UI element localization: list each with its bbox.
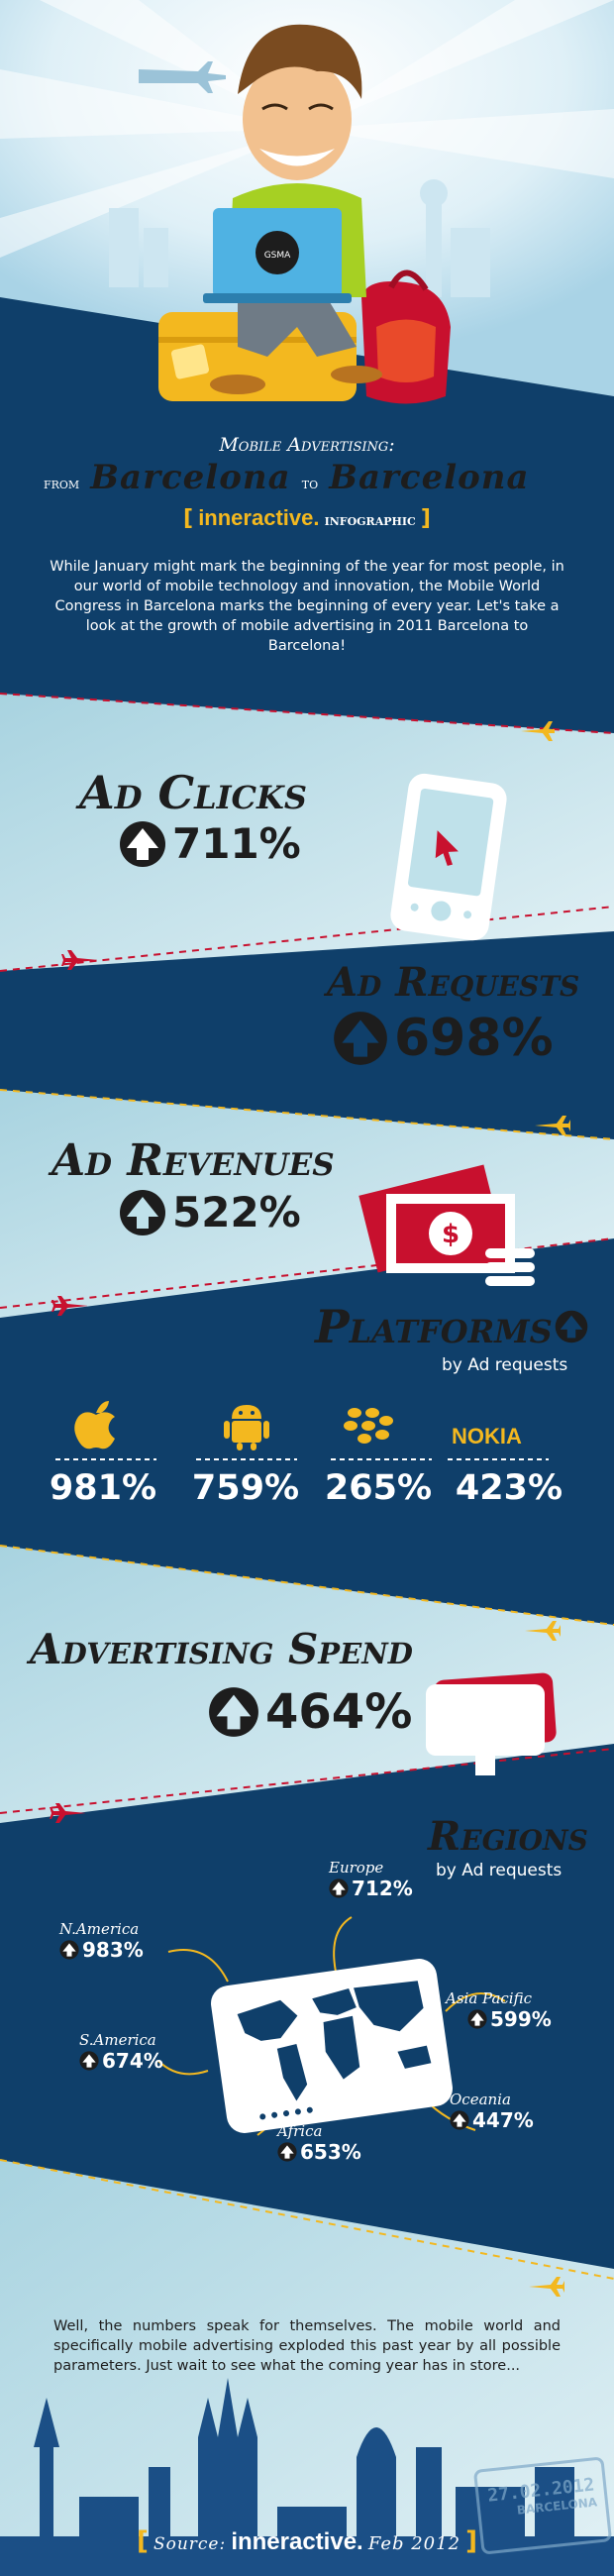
footer-source: [ Source: inneractive. Feb 2012 ] [0, 2526, 614, 2556]
region-value: 599% [490, 2007, 552, 2031]
ad-revenues-value: 522% [172, 1188, 301, 1236]
region-value: 674% [102, 2049, 163, 2073]
apple-icon [74, 1401, 115, 1449]
platforms-title: Platforms [315, 1300, 553, 1353]
title-city-2: Barcelona [329, 458, 530, 497]
outro-paragraph: Well, the numbers speak for themselves. … [53, 2318, 561, 2374]
nokia-logo: NOKIA [452, 1424, 522, 1449]
arrow-up-icon [467, 2009, 487, 2029]
title-small: Mobile Advertising: [219, 434, 395, 456]
platforms-header: Platforms [315, 1300, 588, 1353]
region-africa: Africa 653% [277, 2122, 361, 2164]
region-value: 712% [352, 1877, 413, 1900]
infographic-page: GSMA Mobile Advertising: from Barcelona … [0, 0, 614, 2576]
phone-icon [390, 773, 507, 941]
ad-requests-block: Ad Requests [327, 959, 579, 1006]
arrow-up-icon [555, 1310, 587, 1343]
ad-clicks-value: 711% [172, 819, 301, 868]
title-to: to [301, 475, 319, 492]
airplane-icon [529, 2277, 564, 2297]
infographic-label: infographic [324, 511, 416, 529]
platform-value-apple: 981% [49, 1468, 157, 1508]
platform-value-blackberry: 265% [324, 1468, 433, 1508]
arrow-up-icon [120, 1189, 165, 1235]
airplane-icon [525, 1621, 561, 1641]
regions-subtitle: by Ad requests [436, 1861, 563, 1880]
regions-title: Regions [428, 1813, 588, 1860]
platform-value-nokia: 423% [455, 1468, 563, 1508]
header-title: Mobile Advertising: [0, 434, 614, 456]
ad-clicks-label: Ad Clicks [79, 766, 307, 819]
ad-spend-label: Advertising Spend [30, 1625, 413, 1673]
svg-text:$: $ [442, 1220, 460, 1249]
platform-value-android: 759% [191, 1468, 300, 1508]
ad-spend-value: 464% [265, 1684, 413, 1740]
laptop: GSMA [203, 208, 352, 303]
airplane-icon [51, 1296, 87, 1316]
money-icon: $ [358, 1164, 535, 1286]
ad-revenues-block: Ad Revenues 522% [51, 1135, 335, 1236]
ad-requests-value-row: 698% [333, 1009, 554, 1068]
footer-bracket-close: ] [465, 2526, 478, 2556]
region-value: 653% [300, 2140, 361, 2164]
footer-brand-logo: inneractive. [231, 2528, 363, 2555]
brand-line: [ inneractive. infographic ] [0, 505, 614, 531]
ad-requests-label: Ad Requests [327, 959, 580, 1006]
hero-illustration: GSMA [109, 24, 490, 404]
arrow-up-icon [334, 1012, 387, 1065]
arrow-up-icon [120, 820, 165, 867]
region-asia-pacific: Asia Pacific 599% [446, 1989, 552, 2031]
bracket-close: ] [420, 506, 431, 531]
ad-requests-value: 698% [394, 1009, 554, 1068]
region-name: Europe [329, 1859, 384, 1877]
brand-logo: inneractive. [198, 505, 320, 530]
arrow-up-icon [79, 2051, 99, 2071]
region-europe: Europe 712% [329, 1859, 413, 1900]
footer-source-label: Source: [153, 2534, 227, 2554]
regions-title-text: Regions [428, 1813, 588, 1860]
laptop-badge: GSMA [264, 251, 291, 261]
ad-clicks-block: Ad Clicks 711% [79, 766, 307, 868]
android-icon [224, 1405, 269, 1450]
blackberry-icon [344, 1408, 393, 1444]
airplane-icon [535, 1116, 570, 1135]
region-value: 447% [472, 2108, 534, 2132]
airplane-icon [139, 61, 226, 93]
title-city-1: Barcelona [90, 458, 291, 497]
platforms-subtitle: by Ad requests [442, 1355, 568, 1375]
ad-revenues-label: Ad Revenues [51, 1135, 335, 1186]
airplane-icon [61, 950, 97, 970]
region-south-america: S.America 674% [79, 2031, 163, 2073]
bracket-open: [ [183, 506, 194, 531]
airplane-icon [50, 1803, 85, 1823]
header-title-main: from Barcelona to Barcelona [44, 458, 578, 497]
region-name: Oceania [450, 2091, 511, 2108]
title-from: from [44, 475, 80, 492]
arrow-up-icon [329, 1878, 349, 1898]
billboard-icon [426, 1672, 557, 1775]
region-value: 983% [82, 1938, 144, 1962]
region-name: S.America [79, 2031, 156, 2049]
ad-spend-block: Advertising Spend [30, 1625, 413, 1673]
region-north-america: N.America 983% [59, 1920, 144, 1962]
region-oceania: Oceania 447% [450, 2091, 534, 2132]
ad-spend-value-row: 464% [208, 1684, 412, 1740]
arrow-up-icon [450, 2110, 469, 2130]
intro-paragraph: While January might mark the beginning o… [50, 559, 564, 654]
region-name: Africa [277, 2122, 323, 2140]
platform-dividers [55, 1458, 549, 1460]
region-name: N.America [59, 1920, 140, 1938]
region-name: Asia Pacific [446, 1989, 533, 2007]
arrow-up-icon [277, 2142, 297, 2162]
footer-bracket-open: [ [136, 2526, 149, 2556]
arrow-up-icon [59, 1940, 79, 1960]
footer-date: Feb 2012 [367, 2533, 461, 2554]
airplane-icon [521, 721, 555, 741]
arrow-up-icon [209, 1687, 258, 1737]
